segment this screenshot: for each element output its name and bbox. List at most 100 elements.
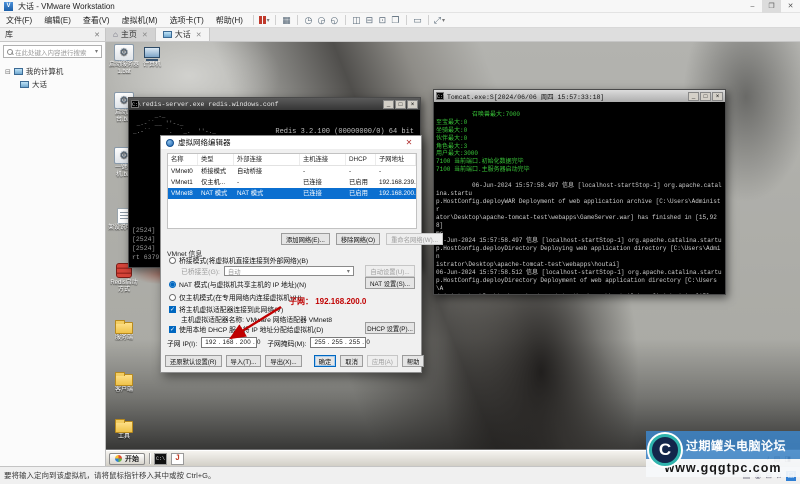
desktop-icon-label: 启动服务器 1.bat	[109, 62, 139, 75]
desktop-icon-tools-folder[interactable]: 工具	[108, 416, 140, 441]
take-snapshot-icon[interactable]: ◷	[302, 14, 315, 26]
menu-tabs[interactable]: 选项卡(T)	[164, 13, 210, 28]
dialog-titlebar[interactable]: 虚拟网络编辑器 ✕	[161, 136, 421, 150]
game-server-status-lines: 召唤兽最大:7000 至宝最大:0 坐骑最大:0 伙伴最大:0 角色最大:3 用…	[436, 111, 530, 173]
help-button[interactable]: 帮助	[402, 355, 425, 367]
status-message: 要将输入定向到该虚拟机，请将鼠标指针移入其中或按 Ctrl+G。	[4, 470, 215, 481]
console-app-icon: C:\	[436, 92, 444, 100]
menu-file[interactable]: 文件(F)	[0, 13, 38, 28]
tab-home-close-icon[interactable]: ✕	[142, 31, 148, 39]
send-ctrl-alt-del-icon[interactable]: ▦	[280, 14, 293, 26]
toolbar-separator	[428, 15, 429, 25]
forum-watermark: 过期罐头电脑论坛 www.gqgtpc.com C	[646, 431, 800, 477]
fit-guest-icon[interactable]: ⤢▾	[433, 14, 446, 26]
redis-window-title: redis-server.exe redis.windows.conf	[142, 101, 279, 108]
radio-bridged-mode[interactable]: 桥接模式(将虚拟机直接连接到外部网络)(B)	[169, 255, 308, 265]
import-button[interactable]: 导入(T)...	[226, 355, 262, 367]
maximize-button[interactable]: □	[395, 100, 406, 109]
export-button[interactable]: 导出(X)...	[265, 355, 301, 367]
add-network-button[interactable]: 添加网络(E)...	[281, 233, 330, 245]
revert-snapshot-icon[interactable]: ◶	[315, 14, 328, 26]
tab-vm-close-icon[interactable]: ✕	[196, 31, 202, 39]
virtual-network-editor-dialog[interactable]: 虚拟网络编辑器 ✕ 名称 类型 外部连接 主机连接 DHCP 子网地址 VMne…	[160, 135, 422, 373]
restore-defaults-button[interactable]: 还原默认设置(R)	[165, 355, 222, 367]
subnet-mask-field[interactable]: 255 . 255 . 255 . 0	[310, 337, 366, 348]
rename-network-button[interactable]: 重命名网络(W)...	[386, 233, 443, 245]
computer-icon	[142, 44, 162, 61]
toolbar-separator	[297, 15, 298, 25]
remove-network-button[interactable]: 移除网络(O)	[336, 233, 380, 245]
menu-view[interactable]: 查看(V)	[77, 13, 116, 28]
guest-screen[interactable]: ⚙ 启动服务器 1.bat 计算机 ⚙ 启动后台.bat ⚙ 一键关机.bat …	[106, 42, 800, 466]
desktop-icon-client-folder[interactable]: 客户端	[108, 369, 140, 394]
console-icon[interactable]: ▭	[411, 14, 424, 26]
taskbar-console-icon[interactable]: C:\	[154, 453, 167, 465]
tomcat-console-window[interactable]: C:\ Tomcat.exe:S[2024/06/06 周四 15:57:33:…	[433, 89, 726, 295]
minimize-button[interactable]: –	[743, 0, 762, 13]
bridged-to-dropdown[interactable]: 自动 ▾	[224, 266, 354, 276]
annotation-arrow	[217, 304, 287, 346]
computer-icon	[14, 68, 23, 75]
tomcat-window-titlebar[interactable]: C:\ Tomcat.exe:S[2024/06/06 周四 15:57:33:…	[434, 90, 725, 102]
toolbar-separator	[406, 15, 407, 25]
suspend-vm-button[interactable]: ▾	[258, 14, 271, 26]
taskbar-java-icon[interactable]: J	[171, 453, 184, 465]
nat-settings-button[interactable]: NAT 设置(S)...	[365, 277, 415, 289]
network-table[interactable]: 名称 类型 外部连接 主机连接 DHCP 子网地址 VMnet0 桥接模式 自动…	[167, 153, 417, 229]
vmware-logo-icon: V	[4, 2, 13, 11]
windows-start-icon	[115, 455, 122, 462]
subnet-annotation-text: 子网： 192.168.200.0	[289, 296, 366, 307]
radio-hostonly-mode[interactable]: 仅主机模式(在专用网络内连接虚拟机)(H)	[169, 292, 302, 302]
dialog-footer-buttons: 还原默认设置(R) 导入(T)... 导出(X)... 确定 取消 应用(A) …	[165, 355, 417, 367]
tomcat-log-text: 召唤兽最大:7000 至宝最大:0 坐骑最大:0 伙伴最大:0 角色最大:3 用…	[436, 103, 724, 294]
desktop-icon-computer[interactable]: 计算机	[136, 44, 168, 69]
ok-button[interactable]: 确定	[314, 355, 337, 367]
close-button[interactable]: ✕	[781, 0, 800, 13]
apply-button[interactable]: 应用(A)	[367, 355, 398, 367]
redis-log-fragments: [2524] [2524] [2524] rt 6379	[132, 226, 159, 262]
dialog-title: 虚拟网络编辑器	[178, 137, 231, 148]
bridged-to-label: 已桥接至(G):	[181, 266, 220, 276]
cancel-button[interactable]: 取消	[340, 355, 363, 367]
manage-snapshots-icon[interactable]: ◵	[328, 14, 341, 26]
menu-vm[interactable]: 虚拟机(M)	[116, 13, 164, 28]
desktop-icon-label: 服务端	[115, 335, 133, 341]
maximize-button[interactable]: ❐	[762, 0, 781, 13]
vm-monitor-icon	[163, 31, 172, 38]
close-button[interactable]: ×	[407, 100, 418, 109]
desktop-icon-server-folder[interactable]: 服务端	[108, 317, 140, 342]
table-header-row: 名称 类型 外部连接 主机连接 DHCP 子网地址	[168, 154, 416, 166]
tab-vm[interactable]: 大话 ✕	[156, 28, 210, 41]
unity-mode-icon[interactable]: ❐	[389, 14, 402, 26]
radio-icon	[169, 294, 176, 301]
table-row-vmnet8-selected[interactable]: VMnet8 NAT 模式 NAT 模式 已连接 已启用 192.168.200…	[168, 188, 416, 199]
minimize-button[interactable]: _	[688, 92, 699, 101]
guest-start-button[interactable]: 开始	[109, 453, 145, 465]
auto-settings-button[interactable]: 自动设置(U)...	[365, 265, 415, 277]
forum-logo-icon: C	[649, 434, 681, 466]
radio-nat-mode[interactable]: NAT 模式(与虚拟机共享主机的 IP 地址)(N)	[169, 279, 306, 289]
fullscreen-icon[interactable]: ⊡	[376, 14, 389, 26]
tab-home[interactable]: ⌂ 主页 ✕	[106, 28, 156, 41]
dhcp-settings-button[interactable]: DHCP 设置(P)...	[365, 322, 415, 334]
redis-window-titlebar[interactable]: C:\ redis-server.exe redis.windows.conf …	[129, 98, 420, 110]
search-dropdown-icon[interactable]: ▾	[95, 48, 98, 55]
tree-expander-icon[interactable]: ⊟	[5, 68, 11, 76]
library-panel-header: 库 ✕	[0, 28, 106, 41]
minimize-button[interactable]: _	[383, 100, 394, 109]
tree-item-vm[interactable]: 大话	[0, 78, 105, 91]
tree-item-my-computer[interactable]: ⊟ 我的计算机	[0, 65, 105, 78]
maximize-button[interactable]: □	[700, 92, 711, 101]
show-library-icon[interactable]: ◫	[350, 14, 363, 26]
table-row-vmnet1[interactable]: VMnet1 仅主机... - 已连接 已启用 192.168.239.0	[168, 177, 416, 188]
menu-edit[interactable]: 编辑(E)	[38, 13, 77, 28]
menu-help[interactable]: 帮助(H)	[210, 13, 249, 28]
table-row-vmnet0[interactable]: VMnet0 桥接模式 自动桥接 - - -	[168, 166, 416, 177]
console-view-icon[interactable]: ⊟	[363, 14, 376, 26]
library-close-icon[interactable]: ✕	[94, 31, 100, 39]
library-search-input[interactable]: 在此处键入内容进行搜索 ▾	[3, 45, 102, 58]
dialog-close-button[interactable]: ✕	[402, 138, 416, 147]
radio-selected-icon	[169, 281, 176, 288]
desktop-icon-label: Redis启动方式	[110, 280, 137, 293]
close-button[interactable]: ×	[712, 92, 723, 101]
